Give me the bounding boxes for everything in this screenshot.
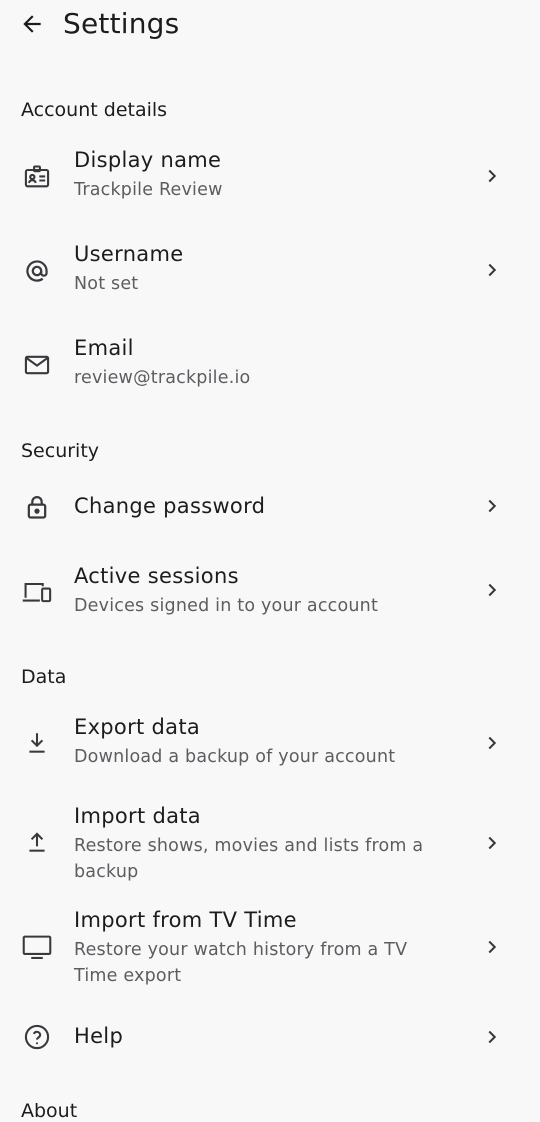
settings-item-export-data[interactable]: Export data Download a backup of your ac…	[0, 705, 540, 789]
import-tv-time-subtitle: Restore your watch history from a TV Tim…	[74, 940, 408, 986]
settings-item-help[interactable]: Help	[0, 1006, 540, 1070]
top-app-bar: Settings	[0, 0, 540, 56]
settings-item-import-data[interactable]: Import data Restore shows, movies and li…	[0, 794, 540, 890]
settings-item-email[interactable]: Email review@trackpile.io	[0, 326, 540, 410]
chevron-right-icon	[480, 731, 504, 755]
username-value: Not set	[74, 274, 139, 294]
help-title: Help	[74, 1024, 124, 1048]
chevron-right-icon	[480, 935, 504, 959]
arrow-left-icon	[19, 11, 45, 37]
tv-icon	[21, 931, 53, 963]
chevron-right-icon	[480, 258, 504, 282]
back-button[interactable]	[14, 6, 50, 42]
change-password-title: Change password	[74, 494, 266, 518]
export-data-title: Export data	[74, 715, 201, 739]
chevron-right-icon	[480, 494, 504, 518]
username-title: Username	[74, 242, 184, 266]
lock-icon	[21, 491, 53, 523]
section-header-security: Security	[21, 440, 100, 462]
settings-item-username[interactable]: Username Not set	[0, 232, 540, 316]
download-icon	[21, 727, 53, 759]
import-data-subtitle: Restore shows, movies and lists from a b…	[74, 836, 424, 882]
chevron-right-icon	[480, 1025, 504, 1049]
email-title: Email	[74, 336, 134, 360]
section-header-data: Data	[21, 666, 67, 688]
mail-icon	[21, 349, 53, 381]
active-sessions-subtitle: Devices signed in to your account	[74, 596, 379, 616]
help-circle-icon	[21, 1021, 53, 1053]
chevron-right-icon	[480, 164, 504, 188]
settings-item-active-sessions[interactable]: Active sessions Devices signed in to you…	[0, 554, 540, 638]
at-sign-icon	[21, 255, 53, 287]
import-data-title: Import data	[74, 804, 201, 828]
settings-item-change-password[interactable]: Change password	[0, 476, 540, 540]
devices-icon	[21, 576, 53, 608]
export-data-subtitle: Download a backup of your account	[74, 747, 396, 767]
section-header-about: About	[21, 1100, 78, 1122]
id-badge-icon	[21, 161, 53, 193]
settings-item-display-name[interactable]: Display name Trackpile Review	[0, 138, 540, 222]
upload-icon	[21, 826, 53, 858]
chevron-right-icon	[480, 831, 504, 855]
import-tv-time-title: Import from TV Time	[74, 908, 297, 932]
page-title: Settings	[63, 7, 180, 40]
display-name-title: Display name	[74, 148, 222, 172]
active-sessions-title: Active sessions	[74, 564, 239, 588]
email-value: review@trackpile.io	[74, 368, 251, 388]
chevron-right-icon	[480, 578, 504, 602]
section-header-account: Account details	[21, 99, 168, 121]
settings-item-import-tv-time[interactable]: Import from TV Time Restore your watch h…	[0, 898, 540, 994]
display-name-value: Trackpile Review	[74, 180, 223, 200]
